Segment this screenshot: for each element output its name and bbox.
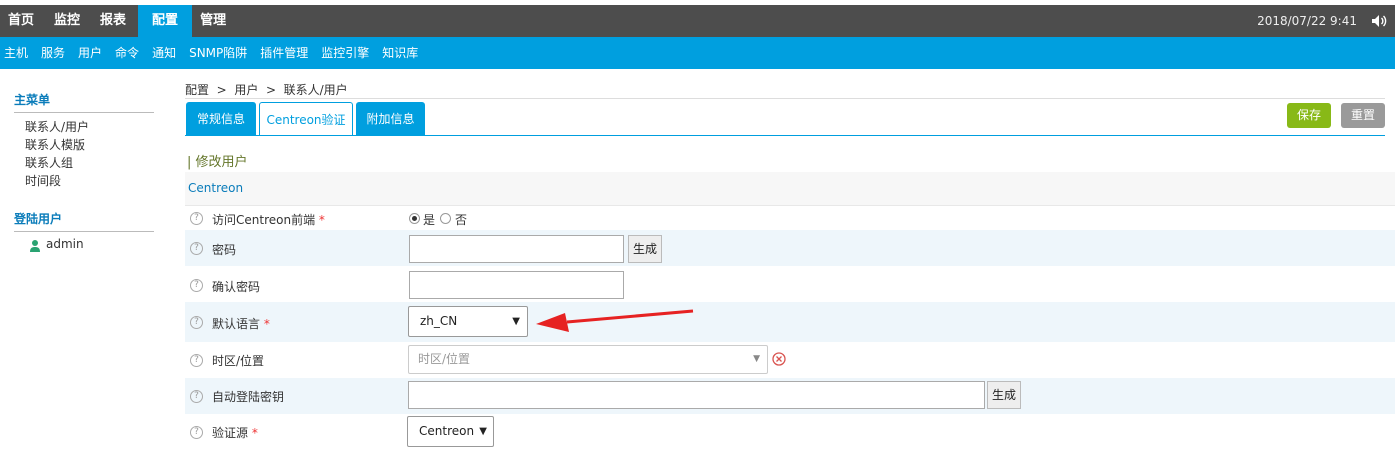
help-icon[interactable]: ? [190, 242, 203, 255]
clear-icon[interactable] [772, 352, 786, 366]
generate-password-button[interactable]: 生成 [628, 235, 662, 263]
help-icon[interactable]: ? [190, 426, 203, 439]
autologin-label: 自动登陆密钥 [212, 390, 285, 404]
autologin-key-input[interactable] [408, 381, 985, 409]
subnav-snmp-traps[interactable]: SNMP陷阱 [184, 37, 255, 69]
breadcrumb-divider [185, 98, 1385, 99]
timezone-select[interactable]: 时区/位置 ▼ [408, 345, 768, 374]
chevron-down-icon: ▼ [479, 426, 487, 437]
confirm-password-input[interactable] [409, 271, 624, 299]
save-button[interactable]: 保存 [1287, 103, 1331, 128]
chevron-down-icon: ▼ [512, 316, 520, 327]
language-select[interactable]: zh_CN ▼ [408, 306, 528, 337]
sidebar-item-contact-groups[interactable]: 联系人组 [25, 154, 73, 171]
auth-source-value: Centreon [419, 424, 475, 438]
help-icon[interactable]: ? [190, 316, 203, 329]
chevron-down-icon: ▼ [753, 354, 760, 364]
breadcrumb: 配置 > 用户 > 联系人/用户 [185, 83, 348, 97]
row-password: ? 密码 生成 [185, 230, 1395, 266]
subnav-commands[interactable]: 命令 [110, 37, 147, 69]
row-timezone: ? 时区/位置 时区/位置 ▼ [185, 342, 1395, 378]
sidebar-item-contacts-users[interactable]: 联系人/用户 [25, 118, 89, 135]
language-value: zh_CN [420, 314, 458, 328]
top-navigation: 首页 监控 报表 配置 管理 2018/07/22 9:41 [0, 0, 1395, 37]
sub-navigation: 主机 服务 用户 命令 通知 SNMP陷阱 插件管理 监控引擎 知识库 [0, 37, 1395, 69]
language-label: 默认语言 * [212, 317, 270, 331]
top-nav-home[interactable]: 首页 [0, 5, 46, 37]
top-nav-monitoring[interactable]: 监控 [46, 5, 92, 37]
row-auth-source: ? 验证源 * Centreon ▼ [185, 414, 1395, 451]
section-header-label: Centreon [188, 181, 244, 195]
main-menu-title: 主菜单 [14, 91, 154, 113]
help-icon[interactable]: ? [190, 279, 203, 292]
datetime: 2018/07/22 9:41 [1257, 14, 1357, 28]
subnav-services[interactable]: 服务 [36, 37, 73, 69]
access-label: 访问Centreon前端 * [212, 213, 325, 227]
password-label: 密码 [212, 243, 237, 257]
access-yes-label: 是 [423, 213, 436, 227]
subnav-plugins[interactable]: 插件管理 [255, 37, 316, 69]
timezone-placeholder: 时区/位置 [418, 352, 471, 366]
user-icon [30, 240, 40, 252]
reset-button[interactable]: 重置 [1341, 103, 1385, 128]
timezone-label: 时区/位置 [212, 354, 265, 368]
speaker-icon[interactable] [1371, 13, 1387, 29]
tab-extra-info[interactable]: 附加信息 [356, 102, 425, 136]
login-user-title: 登陆用户 [14, 210, 154, 232]
help-icon[interactable]: ? [190, 212, 203, 225]
row-language: ? 默认语言 * zh_CN ▼ [185, 302, 1395, 342]
subnav-knowledge-base[interactable]: 知识库 [377, 37, 426, 69]
sidebar-item-time-periods[interactable]: 时间段 [25, 172, 61, 189]
tab-centreon-auth[interactable]: Centreon验证 [259, 102, 353, 136]
subnav-users[interactable]: 用户 [73, 37, 110, 69]
help-icon[interactable]: ? [190, 390, 203, 403]
access-yes-radio[interactable] [409, 213, 420, 224]
access-no-label: 否 [455, 213, 468, 227]
sidebar-item-contact-templates[interactable]: 联系人模版 [25, 136, 85, 153]
top-nav-configuration[interactable]: 配置 [138, 5, 193, 37]
subnav-engine[interactable]: 监控引擎 [316, 37, 377, 69]
top-menu: 首页 监控 报表 配置 管理 [0, 5, 238, 37]
section-header: Centreon [185, 172, 1395, 206]
generate-autologin-button[interactable]: 生成 [987, 381, 1021, 409]
access-no-radio[interactable] [440, 213, 451, 224]
row-autologin-key: ? 自动登陆密钥 生成 [185, 378, 1395, 414]
logged-user-name: admin [46, 237, 84, 251]
tab-underline [185, 135, 1385, 136]
confirm-password-label: 确认密码 [212, 280, 261, 294]
subnav-hosts[interactable]: 主机 [0, 37, 36, 69]
page-title: | 修改用户 [187, 155, 248, 170]
sidebar: 主菜单 联系人/用户 联系人模版 联系人组 时间段 登陆用户 admin [0, 69, 170, 451]
top-nav-administration[interactable]: 管理 [192, 5, 238, 37]
annotation-arrow-icon [536, 309, 694, 332]
tab-general-info[interactable]: 常规信息 [186, 102, 256, 136]
row-access: ? 访问Centreon前端 * 是 否 [185, 207, 1395, 230]
auth-source-label: 验证源 * [212, 426, 258, 440]
auth-source-select[interactable]: Centreon ▼ [407, 416, 494, 447]
help-icon[interactable]: ? [190, 354, 203, 367]
top-nav-reports[interactable]: 报表 [92, 5, 138, 37]
subnav-notifications[interactable]: 通知 [147, 37, 184, 69]
row-confirm-password: ? 确认密码 [185, 266, 1395, 302]
password-input[interactable] [409, 235, 624, 263]
